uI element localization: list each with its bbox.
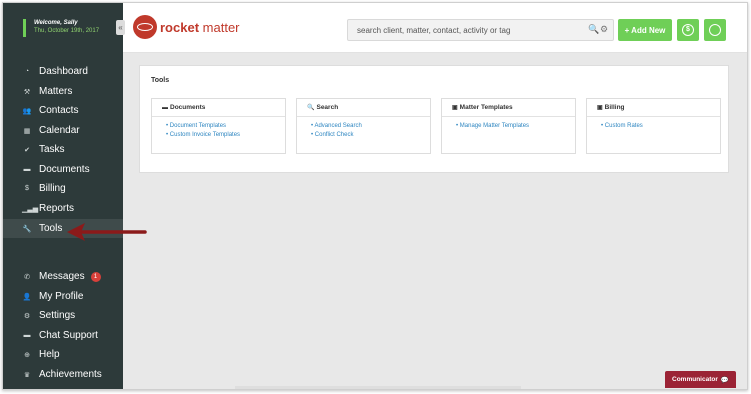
timer-button[interactable] [704,19,726,41]
link-conflict-check[interactable]: Conflict Check [311,131,430,140]
card-links: Custom Rates [587,117,720,131]
trophy-icon: ♛ [23,371,31,379]
sidebar-item-chat-support[interactable]: ▬ Chat Support [3,326,123,345]
unread-badge: 1 [90,271,101,282]
global-search: 🔍 ⚙ [347,19,614,41]
top-bar: rocket matter 🔍 ⚙ + Add New $ [123,3,747,53]
sidebar-item-calendar[interactable]: ▦ Calendar [3,121,123,140]
card-title: Search [316,104,339,111]
search-icon: 🔍 [307,105,315,111]
gear-icon[interactable]: ⚙ [600,24,608,35]
sidebar-item-label: Dashboard [39,66,88,77]
sidebar-item-label: Documents [39,164,90,175]
card-title: Documents [170,104,206,111]
sidebar-item-documents[interactable]: ▬ Documents [3,160,123,179]
sidebar-item-achievements[interactable]: ♛ Achievements [3,365,123,384]
communicator-label: Communicator [672,376,718,383]
horizontal-scrollbar[interactable] [235,386,521,389]
link-manage-matter-templates[interactable]: Manage Matter Templates [456,122,575,131]
communicator-button[interactable]: Communicator 💬 [665,371,736,388]
app-window: Welcome, Sally Thu, October 19th, 2017 ◔… [2,2,748,390]
billing-quick-button[interactable]: $ [677,19,699,41]
link-advanced-search[interactable]: Advanced Search [311,122,430,131]
sidebar-item-matters[interactable]: ⚒ Matters [3,82,123,101]
sidebar-item-label: My Profile [39,291,84,302]
link-custom-rates[interactable]: Custom Rates [601,122,720,131]
page-title: Tools [151,77,170,84]
chat-icon: ▬ [23,332,31,339]
rocket-matter-logo[interactable]: rocket matter [133,15,240,39]
rocket-logo-icon [133,15,157,39]
wrench-icon: 🔧 [22,225,32,233]
tools-card-matter-templates: ▣ Matter Templates Manage Matter Templat… [441,98,576,154]
sidebar-collapse-button[interactable]: « [116,20,125,35]
dollar-circle-icon: $ [682,24,694,36]
card-header: ▣ Matter Templates [442,99,575,117]
dollar-circle-icon: $ [25,185,29,192]
card-header: 🔍 Search [297,99,430,117]
sidebar-item-messages[interactable]: ✆ Messages 1 [3,267,123,286]
sidebar-item-dashboard[interactable]: ◔ Dashboard [3,62,123,81]
callout-arrow-icon [67,223,147,241]
sidebar-item-label: Settings [39,310,76,321]
brand-name: rocket matter [160,19,240,35]
sidebar-item-label: Calendar [39,125,80,136]
sidebar-item-label: Billing [39,183,66,194]
template-icon: ▣ [597,105,603,111]
stopwatch-icon [709,24,721,36]
phone-icon: ✆ [24,273,30,281]
sidebar-item-label: Contacts [39,105,79,116]
sidebar: Welcome, Sally Thu, October 19th, 2017 ◔… [3,3,123,389]
sidebar-item-label: Messages [39,271,85,282]
tools-card-search: 🔍 Search Advanced Search Conflict Check [296,98,431,154]
sidebar-item-label: Tools [39,223,63,234]
folder-icon: ▬ [23,166,31,173]
tools-card-billing: ▣ Billing Custom Rates [586,98,721,154]
sidebar-item-label: Tasks [39,144,65,155]
welcome-greeting: Welcome, Sally [34,20,78,26]
chat-bubble-icon: 💬 [720,376,729,384]
lifebuoy-icon: ⊕ [24,351,30,359]
card-links: Advanced Search Conflict Check [297,117,430,140]
bar-chart-icon: ▁▃▅ [22,205,39,213]
sidebar-item-label: Reports [39,203,75,214]
gavel-icon: ⚒ [23,88,31,96]
gear-icon: ⚙ [23,312,31,320]
sidebar-item-label: Matters [39,86,73,97]
welcome-block: Welcome, Sally Thu, October 19th, 2017 [23,19,99,37]
card-header: ▬ Documents [152,99,285,117]
sidebar-item-contacts[interactable]: 👥 Contacts [3,101,123,120]
calendar-icon: ▦ [23,127,31,135]
sidebar-item-tasks[interactable]: ✔ Tasks [3,140,123,159]
sidebar-item-label: Achievements [39,369,102,380]
tools-card-documents: ▬ Documents Document Templates Custom In… [151,98,286,154]
check-icon: ✔ [24,146,30,154]
sidebar-item-help[interactable]: ⊕ Help [3,345,123,364]
search-icon[interactable]: 🔍 [588,24,599,35]
sidebar-item-reports[interactable]: ▁▃▅ Reports [3,199,123,218]
add-new-button[interactable]: + Add New [618,19,672,41]
search-input[interactable] [348,20,578,41]
user-icon: 👤 [22,293,32,301]
dashboard-icon: ◔ [24,68,30,75]
sidebar-item-my-profile[interactable]: 👤 My Profile [3,287,123,306]
folder-icon: ▬ [162,104,168,111]
template-icon: ▣ [452,105,458,111]
sidebar-item-settings[interactable]: ⚙ Settings [3,306,123,325]
contacts-icon: 👥 [22,107,32,115]
sidebar-item-billing[interactable]: $ Billing [3,179,123,198]
card-links: Manage Matter Templates [442,117,575,131]
sidebar-item-label: Chat Support [39,330,98,341]
sidebar-item-label: Help [39,349,60,360]
card-header: ▣ Billing [587,99,720,117]
link-custom-invoice-templates[interactable]: Custom Invoice Templates [166,131,285,140]
tools-panel: Tools ▬ Documents Document Templates Cus… [139,65,729,173]
welcome-date: Thu, October 19th, 2017 [34,28,100,34]
link-document-templates[interactable]: Document Templates [166,122,285,131]
card-links: Document Templates Custom Invoice Templa… [152,117,285,140]
card-title: Billing [604,104,625,111]
card-title: Matter Templates [459,104,513,111]
